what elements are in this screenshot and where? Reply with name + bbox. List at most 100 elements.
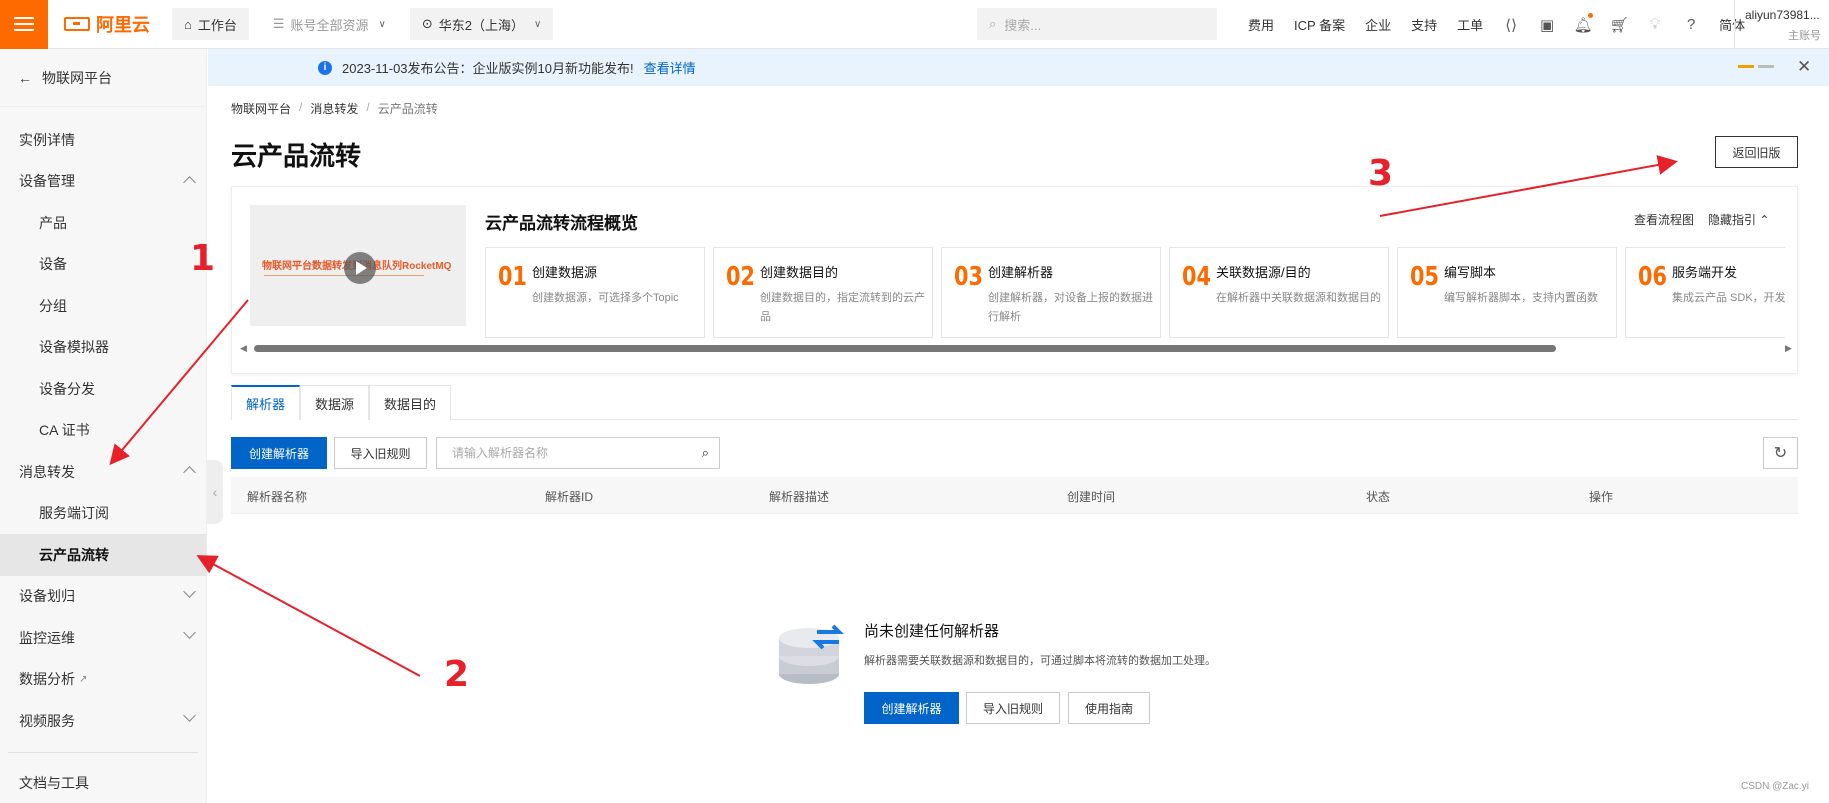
sidebar-item-group[interactable]: 分组 bbox=[0, 285, 206, 327]
back-to-old-version-button[interactable]: 返回旧版 bbox=[1715, 136, 1798, 168]
terminal-icon[interactable]: ▣ bbox=[1529, 16, 1565, 34]
sidebar-item-docs-tools[interactable]: 文档与工具 bbox=[0, 763, 206, 803]
menu-icon[interactable] bbox=[0, 0, 48, 49]
link-icp[interactable]: ICP 备案 bbox=[1284, 15, 1355, 34]
search-icon: ⌕ bbox=[989, 16, 997, 31]
flow-guide-card: 物联网平台数据转发到消息队列RocketMQ 云产品流转流程概览 查看流程图 隐… bbox=[231, 186, 1798, 374]
home-icon: ⌂ bbox=[184, 16, 192, 32]
scrollbar-thumb[interactable] bbox=[254, 345, 1556, 352]
tab-data-source[interactable]: 数据源 bbox=[300, 385, 370, 420]
sidebar-item-label: CA 证书 bbox=[39, 422, 90, 439]
search-icon[interactable]: ⌕ bbox=[702, 445, 709, 461]
scroll-left-icon[interactable]: ◀ bbox=[240, 343, 247, 354]
lightbulb-icon[interactable]: 💡︎ bbox=[1637, 16, 1673, 33]
chevron-up-icon bbox=[183, 466, 196, 479]
step-card[interactable]: 04 关联数据源/目的 在解析器中关联数据源和数据目的 bbox=[1169, 247, 1389, 338]
empty-create-parser-button[interactable]: 创建解析器 bbox=[864, 692, 959, 724]
sidebar-item-data-analysis[interactable]: 数据分析 ↗ bbox=[0, 659, 206, 701]
resource-selector[interactable]: ☰ 账号全部资源 ∨ bbox=[261, 8, 398, 40]
import-old-rules-button[interactable]: 导入旧规则 bbox=[334, 437, 427, 469]
sidebar-item-label: 数据分析 bbox=[19, 671, 75, 688]
step-card[interactable]: 06 服务端开发 集成云产品 SDK，开发程序 bbox=[1625, 247, 1785, 338]
sidebar-item-message-forwarding[interactable]: 消息转发 bbox=[0, 451, 206, 493]
back-label: 物联网平台 bbox=[42, 69, 112, 86]
help-icon[interactable]: ? bbox=[1673, 16, 1709, 33]
watermark: CSDN @Zac.yi bbox=[1741, 781, 1809, 792]
tab-parser[interactable]: 解析器 bbox=[231, 385, 301, 420]
link-enterprise[interactable]: 企业 bbox=[1355, 15, 1401, 34]
aliyun-logo[interactable]: 阿里云 bbox=[48, 11, 160, 37]
breadcrumb-item[interactable]: 物联网平台 bbox=[231, 100, 291, 117]
region-selector[interactable]: ⊙ 华东2（上海） ∨ bbox=[409, 8, 554, 40]
step-card[interactable]: 02 创建数据目的 创建数据目的，指定流转到的云产品 bbox=[713, 247, 933, 338]
breadcrumb-separator: / bbox=[366, 100, 370, 114]
sidebar-item-device-distribution[interactable]: 设备分发 bbox=[0, 368, 206, 410]
chevron-down-icon bbox=[183, 584, 196, 598]
step-desc: 创建数据源，可选择多个Topic bbox=[532, 292, 679, 304]
sidebar-item-video-service[interactable]: 视频服务 bbox=[0, 700, 206, 742]
view-flowchart-link[interactable]: 查看流程图 bbox=[1634, 211, 1694, 228]
logo-text: 阿里云 bbox=[96, 15, 150, 35]
resource-icon: ☰ bbox=[272, 16, 285, 31]
tutorial-video[interactable]: 物联网平台数据转发到消息队列RocketMQ bbox=[250, 205, 466, 326]
cart-icon[interactable]: 🛒︎ bbox=[1601, 16, 1637, 34]
sidebar-item-label: 实例详情 bbox=[19, 131, 75, 148]
video-underline bbox=[264, 275, 424, 276]
tab-data-destination[interactable]: 数据目的 bbox=[369, 385, 452, 420]
sidebar-item-monitoring[interactable]: 监控运维 bbox=[0, 617, 206, 659]
parser-search-field[interactable]: ⌕ bbox=[436, 437, 720, 469]
sidebar-item-device-assignment[interactable]: 设备划归 bbox=[0, 576, 206, 618]
refresh-icon[interactable]: ↻ bbox=[1763, 437, 1798, 469]
announcement-bar: i 2023-11-03发布公告：企业版实例10月新功能发布! 查看详情 ✕ bbox=[208, 49, 1829, 86]
announcement-link[interactable]: 查看详情 bbox=[644, 58, 696, 77]
sidebar-item-label: 设备 bbox=[39, 256, 67, 273]
horizontal-scrollbar[interactable]: ◀ ▶ bbox=[240, 343, 1792, 353]
sidebar-item-cloud-product-flow[interactable]: 云产品流转 bbox=[0, 534, 206, 576]
parser-search-input[interactable] bbox=[452, 446, 682, 460]
empty-import-old-rules-button[interactable]: 导入旧规则 bbox=[966, 692, 1060, 724]
sidebar-collapse-handle[interactable]: ‹ bbox=[207, 460, 223, 524]
bell-icon[interactable]: 🔔︎ bbox=[1565, 12, 1601, 34]
hide-guide-toggle[interactable]: 隐藏指引 ⌃ bbox=[1708, 211, 1769, 228]
global-search-input[interactable]: ⌕ 搜索... bbox=[977, 8, 1217, 40]
usage-guide-button[interactable]: 使用指南 bbox=[1068, 692, 1150, 724]
breadcrumb-current: 云产品流转 bbox=[377, 102, 438, 116]
sidebar-item-label: 文档与工具 bbox=[19, 775, 89, 792]
sidebar-item-label: 分组 bbox=[39, 297, 67, 314]
back-to-iot-platform[interactable]: ← 物联网平台 bbox=[0, 49, 206, 107]
sidebar-item-device[interactable]: 设备 bbox=[0, 244, 206, 286]
sidebar-item-ca-cert[interactable]: CA 证书 bbox=[0, 410, 206, 452]
create-parser-button[interactable]: 创建解析器 bbox=[231, 437, 327, 469]
link-ticket[interactable]: 工单 bbox=[1447, 15, 1493, 34]
hide-guide-label: 隐藏指引 bbox=[1708, 213, 1757, 227]
arrow-left-icon: ← bbox=[18, 69, 32, 86]
step-card[interactable]: 03 创建解析器 创建解析器，对设备上报的数据进行解析 bbox=[941, 247, 1161, 338]
workbench-button[interactable]: ⌂ 工作台 bbox=[172, 8, 249, 40]
step-title: 创建数据目的 bbox=[760, 265, 839, 280]
step-card[interactable]: 05 编写脚本 编写解析器脚本，支持内置函数 bbox=[1397, 247, 1617, 338]
sidebar-item-device-simulator[interactable]: 设备模拟器 bbox=[0, 327, 206, 369]
sidebar-item-product[interactable]: 产品 bbox=[0, 202, 206, 244]
breadcrumb-item[interactable]: 消息转发 bbox=[310, 100, 358, 117]
carousel-indicator[interactable] bbox=[1738, 65, 1774, 68]
account-menu[interactable]: aliyun73981... 主账号 bbox=[1734, 0, 1829, 49]
scroll-right-icon[interactable]: ▶ bbox=[1785, 343, 1792, 354]
notification-dot bbox=[1588, 12, 1594, 18]
link-support[interactable]: 支持 bbox=[1401, 15, 1447, 34]
step-desc: 集成云产品 SDK，开发程序 bbox=[1672, 292, 1785, 304]
close-icon[interactable]: ✕ bbox=[1797, 57, 1811, 77]
page-title: 云产品流转 bbox=[231, 141, 362, 171]
chevron-up-icon: ⌃ bbox=[1759, 213, 1770, 227]
code-icon[interactable]: ⟨⟩ bbox=[1493, 16, 1529, 34]
sidebar-item-server-subscription[interactable]: 服务端订阅 bbox=[0, 493, 206, 535]
sidebar-item-device-management[interactable]: 设备管理 bbox=[0, 161, 206, 203]
step-card[interactable]: 01 创建数据源 创建数据源，可选择多个Topic bbox=[485, 247, 705, 338]
column-header: 状态 bbox=[1366, 490, 1391, 504]
parser-toolbar: 创建解析器 导入旧规则 ⌕ ↻ bbox=[231, 437, 1798, 469]
step-number: 03 bbox=[954, 262, 983, 292]
play-icon[interactable] bbox=[344, 252, 376, 284]
sidebar-item-instance-details[interactable]: 实例详情 bbox=[0, 119, 206, 161]
link-billing[interactable]: 费用 bbox=[1238, 15, 1284, 34]
step-desc: 在解析器中关联数据源和数据目的 bbox=[1216, 292, 1381, 304]
sidebar: ← 物联网平台 实例详情 设备管理 产品 设备 分组 设备模拟器 设备分发 CA… bbox=[0, 49, 207, 803]
